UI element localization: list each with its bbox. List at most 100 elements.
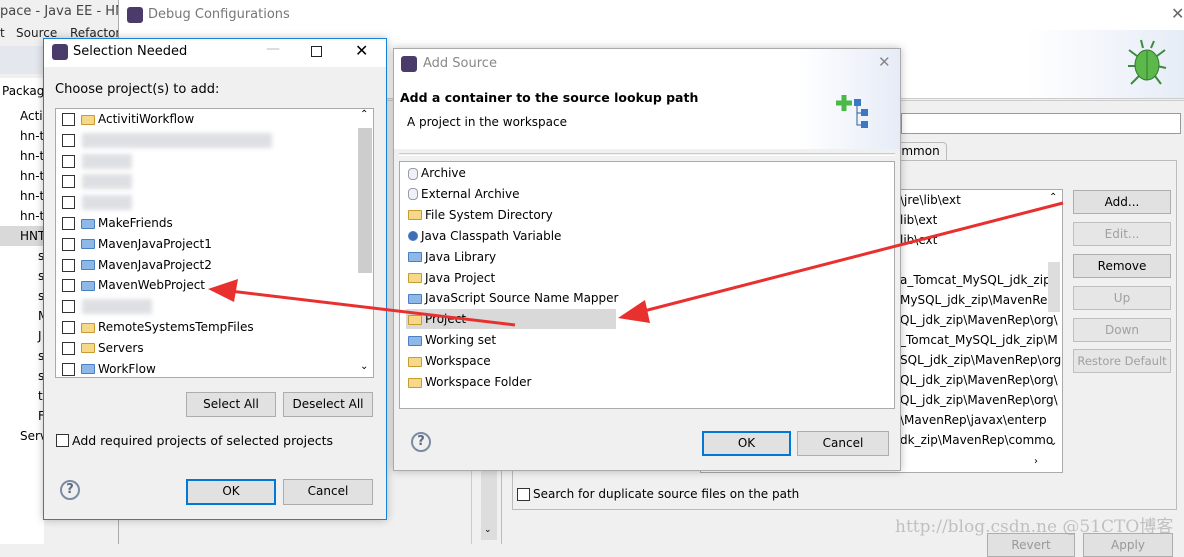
source-path-item[interactable]: QL_jdk_zip\MavenRep\org\ bbox=[900, 390, 1058, 410]
source-type-item[interactable]: Java Classpath Variable bbox=[406, 226, 561, 246]
source-type-item[interactable]: Workspace bbox=[406, 351, 491, 371]
source-type-item[interactable]: Project bbox=[406, 309, 616, 330]
source-path-item[interactable]: QL_jdk_zip\MavenRep\org\ bbox=[900, 310, 1058, 330]
tree-item[interactable]: s bbox=[0, 346, 44, 366]
package-explorer-tab[interactable]: Packag bbox=[2, 84, 44, 98]
folder-icon bbox=[81, 364, 95, 375]
source-type-item[interactable]: Java Library bbox=[406, 247, 496, 267]
tree-item[interactable]: J bbox=[0, 326, 44, 346]
source-type-item[interactable]: JavaScript Source Name Mapper bbox=[406, 288, 618, 308]
project-item[interactable]: RemoteSystemsTempFiles bbox=[81, 317, 254, 337]
restore-default-button[interactable]: Restore Default bbox=[1073, 349, 1171, 373]
project-checkbox[interactable] bbox=[62, 175, 75, 189]
source-type-item[interactable]: Archive bbox=[406, 163, 466, 183]
tree-item[interactable]: HNT bbox=[0, 226, 45, 246]
tree-item[interactable]: s bbox=[0, 246, 44, 266]
scrollbar[interactable]: ⌄ bbox=[481, 470, 497, 540]
duplicate-checkbox[interactable] bbox=[517, 488, 530, 501]
source-list-scrollbar[interactable]: ⌃ ⌄ bbox=[1047, 192, 1061, 456]
close-icon[interactable]: ✕ bbox=[1171, 4, 1184, 23]
project-item[interactable]: Servers bbox=[81, 338, 144, 358]
wizard-subtitle: A project in the workspace bbox=[407, 115, 567, 129]
close-icon[interactable]: ✕ bbox=[355, 41, 368, 60]
add-button[interactable]: Add... bbox=[1073, 190, 1171, 214]
project-item[interactable]: MavenJavaProject2 bbox=[81, 255, 212, 275]
tree-item[interactable]: M bbox=[0, 306, 48, 326]
source-type-list[interactable]: Archive External Archive File System Direc… bbox=[399, 161, 895, 409]
maximize-icon[interactable] bbox=[311, 46, 322, 57]
source-type-item[interactable]: External Archive bbox=[406, 184, 520, 204]
menu-item[interactable]: t bbox=[0, 26, 5, 40]
source-path-item[interactable]: QL_jdk_zip\MavenRep\org\ bbox=[900, 370, 1058, 390]
source-path-item[interactable]: SQL_jdk_zip\MavenRep\org bbox=[900, 350, 1061, 370]
minimize-icon[interactable]: — bbox=[266, 41, 280, 57]
project-checkbox[interactable] bbox=[62, 113, 75, 126]
tree-item[interactable]: Activi bbox=[0, 106, 53, 126]
tree-item[interactable]: s bbox=[0, 286, 44, 306]
project-item[interactable]: WorkFlow bbox=[81, 359, 156, 377]
project-item[interactable]: MakeFriends bbox=[81, 213, 173, 233]
remove-button[interactable]: Remove bbox=[1073, 254, 1171, 278]
source-type-label: Workspace Folder bbox=[425, 375, 532, 389]
project-name: ActivitiWorkflow bbox=[98, 112, 195, 126]
tree-item[interactable]: s bbox=[0, 366, 44, 386]
source-path-item[interactable]: \jre\lib\ext bbox=[900, 190, 961, 210]
source-type-item[interactable]: Workspace Folder bbox=[406, 372, 532, 392]
tree-item[interactable]: hn-t bbox=[0, 206, 44, 226]
project-checkbox[interactable] bbox=[62, 217, 75, 230]
source-type-item[interactable]: Working set bbox=[406, 330, 496, 350]
deselect-all-button[interactable]: Deselect All bbox=[283, 392, 373, 417]
project-checkbox[interactable] bbox=[62, 300, 75, 314]
down-button[interactable]: Down bbox=[1073, 318, 1171, 342]
add-required-checkbox[interactable] bbox=[56, 434, 69, 447]
project-checkbox[interactable] bbox=[62, 196, 75, 210]
tree-item[interactable]: Serv bbox=[0, 426, 47, 446]
project-checkbox[interactable] bbox=[62, 154, 75, 168]
project-checkbox[interactable] bbox=[62, 133, 75, 147]
source-type-item[interactable]: File System Directory bbox=[406, 205, 553, 225]
project-checkbox[interactable] bbox=[62, 237, 75, 251]
source-path-item[interactable]: dk_zip\MavenRep\commo bbox=[900, 430, 1053, 450]
tree-item[interactable]: F bbox=[0, 406, 45, 426]
source-path-item[interactable]: a_Tomcat_MySQL_jdk_zip\ bbox=[900, 270, 1055, 290]
project-list-scrollbar[interactable]: ⌃ ⌄ bbox=[357, 109, 373, 377]
ok-button[interactable]: OK bbox=[186, 479, 276, 505]
folder-icon bbox=[81, 239, 95, 250]
help-icon[interactable]: ? bbox=[60, 480, 80, 500]
tree-item[interactable]: hn-t bbox=[0, 146, 44, 166]
scroll-right-icon[interactable]: › bbox=[1034, 456, 1038, 467]
tree-item[interactable]: hn-t bbox=[0, 126, 44, 146]
blurred-project bbox=[82, 195, 132, 211]
tree-item[interactable]: hn-t bbox=[0, 166, 44, 186]
tree-item[interactable]: s bbox=[0, 266, 44, 286]
project-checkbox[interactable] bbox=[62, 321, 75, 334]
source-type-label: Java Library bbox=[425, 249, 497, 264]
up-button[interactable]: Up bbox=[1073, 286, 1171, 310]
source-path-item[interactable]: _Tomcat_MySQL_jdk_zip\M bbox=[900, 330, 1058, 350]
project-item[interactable]: MavenJavaProject1 bbox=[81, 234, 212, 254]
ok-button[interactable]: OK bbox=[702, 431, 791, 456]
source-path-item[interactable]: \MavenRep\javax\enterp bbox=[900, 410, 1047, 430]
select-all-button[interactable]: Select All bbox=[186, 392, 276, 417]
source-type-label: Workspace bbox=[425, 354, 491, 369]
project-checkbox[interactable] bbox=[62, 362, 75, 376]
close-icon[interactable]: ✕ bbox=[878, 53, 891, 71]
project-item[interactable]: ActivitiWorkflow bbox=[81, 109, 194, 129]
project-checkbox[interactable] bbox=[62, 341, 75, 355]
cancel-button[interactable]: Cancel bbox=[797, 431, 889, 456]
tree-item[interactable]: hn-t bbox=[0, 186, 44, 206]
project-item[interactable]: MavenWebProject bbox=[81, 275, 205, 295]
project-list[interactable]: ActivitiWorkflow MakeFriends MavenJavaProj… bbox=[55, 108, 374, 378]
project-checkbox[interactable] bbox=[62, 279, 75, 293]
project-checkbox[interactable] bbox=[62, 258, 75, 272]
open-folder-icon bbox=[81, 343, 95, 354]
edit-button[interactable]: Edit... bbox=[1073, 222, 1171, 246]
source-path-item[interactable]: lib\ext bbox=[900, 210, 937, 230]
help-icon[interactable]: ? bbox=[411, 432, 431, 452]
source-path-item[interactable]: MySQL_jdk_zip\MavenRep bbox=[900, 290, 1055, 310]
source-path-item[interactable]: lib\ext bbox=[900, 230, 937, 250]
source-type-item[interactable]: Java Project bbox=[406, 268, 495, 288]
name-input[interactable] bbox=[901, 113, 1181, 134]
tree-item[interactable]: t bbox=[0, 386, 44, 406]
cancel-button[interactable]: Cancel bbox=[283, 479, 373, 505]
